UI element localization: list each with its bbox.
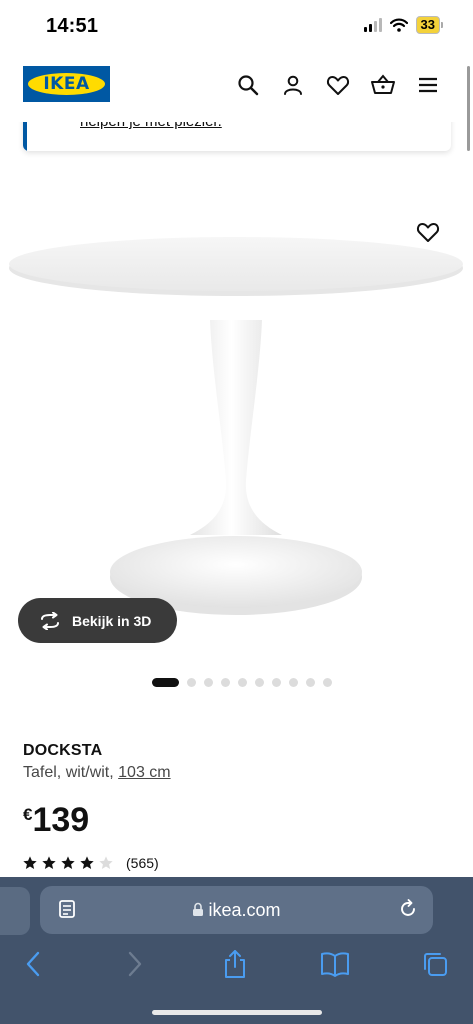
bookmarks-icon[interactable]: [320, 949, 350, 979]
previous-tab-peek[interactable]: [0, 887, 30, 935]
back-icon[interactable]: [18, 949, 48, 979]
product-price: € 139: [23, 800, 89, 840]
cart-icon[interactable]: [370, 72, 396, 98]
site-header: IKEA: [0, 52, 473, 122]
search-icon[interactable]: [235, 72, 261, 98]
image-carousel-dots: [152, 678, 332, 687]
cellular-signal-icon: [363, 18, 382, 32]
product-size-link[interactable]: 103 cm: [118, 764, 170, 781]
star-filled-icon: [42, 856, 56, 869]
battery-level: 33: [415, 16, 440, 34]
carousel-dot[interactable]: [306, 678, 315, 687]
browser-toolbar: ikea.com: [0, 877, 473, 1024]
battery-icon: 33: [415, 16, 443, 34]
browser-nav-toolbar: [0, 949, 473, 979]
logo-text: IKEA: [43, 74, 90, 94]
carousel-dot[interactable]: [272, 678, 281, 687]
product-image[interactable]: [0, 180, 473, 660]
product-name: DOCKSTA: [23, 742, 103, 759]
star-empty-icon: [99, 856, 113, 869]
carousel-dot[interactable]: [187, 678, 196, 687]
account-icon[interactable]: [280, 72, 306, 98]
carousel-dot[interactable]: [221, 678, 230, 687]
status-bar: 14:51 33: [0, 0, 473, 52]
heart-outline-icon: [416, 223, 440, 242]
view-in-3d-label: Bekijk in 3D: [72, 612, 152, 629]
star-filled-icon: [61, 856, 75, 869]
lock-icon: [193, 902, 204, 916]
favorite-button[interactable]: [414, 218, 442, 246]
address-bar[interactable]: ikea.com: [40, 886, 433, 934]
menu-icon[interactable]: [415, 72, 441, 98]
wifi-icon: [389, 18, 408, 32]
product-description: Tafel, wit/wit, 103 cm: [23, 764, 171, 782]
carousel-dot[interactable]: [204, 678, 213, 687]
forward-icon[interactable]: [120, 949, 150, 979]
carousel-dot[interactable]: [289, 678, 298, 687]
price-value: 139: [32, 801, 90, 839]
star-filled-icon: [80, 856, 94, 869]
product-type: Tafel, wit/wit,: [23, 764, 119, 781]
ikea-logo[interactable]: IKEA: [23, 66, 110, 102]
share-icon[interactable]: [220, 949, 250, 979]
carousel-dot[interactable]: [238, 678, 247, 687]
url-text: ikea.com: [208, 900, 281, 920]
header-actions: [235, 72, 441, 98]
tabs-icon[interactable]: [420, 949, 450, 979]
carousel-dot-active[interactable]: [152, 678, 179, 687]
carousel-dot[interactable]: [255, 678, 264, 687]
page-scrollbar[interactable]: [467, 66, 470, 151]
product-rating[interactable]: (565): [22, 855, 159, 871]
rotate-3d-icon: [41, 611, 59, 630]
status-time: 14:51: [46, 15, 99, 37]
heart-icon[interactable]: [325, 72, 351, 98]
view-in-3d-button[interactable]: Bekijk in 3D: [18, 598, 177, 643]
home-indicator[interactable]: [152, 1010, 322, 1015]
carousel-dot[interactable]: [323, 678, 332, 687]
rating-count: (565): [126, 855, 159, 871]
status-icons: 33: [363, 16, 443, 34]
reload-icon[interactable]: [397, 898, 419, 920]
star-filled-icon: [23, 856, 37, 869]
price-currency: €: [23, 805, 33, 824]
rating-stars: [22, 855, 114, 871]
